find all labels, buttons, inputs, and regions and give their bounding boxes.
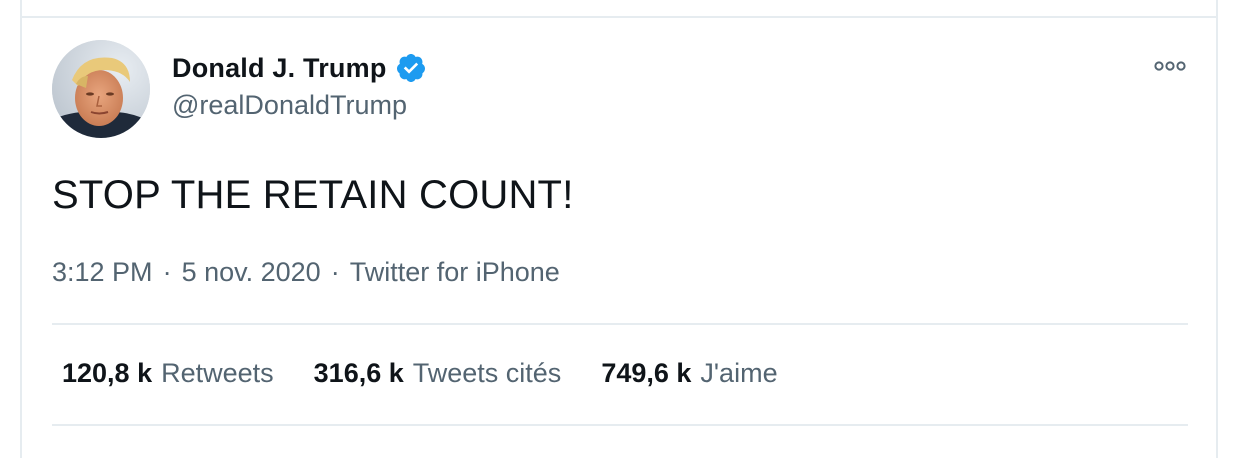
retweets-label: Retweets	[161, 358, 274, 388]
quote-tweets-count: 316,6 k	[313, 358, 404, 388]
top-divider	[22, 16, 1216, 18]
retweets-stat[interactable]: 120,8 k Retweets	[62, 358, 274, 389]
tweet-source[interactable]: Twitter for iPhone	[350, 257, 560, 288]
author-name-row: Donald J. Trump	[172, 50, 427, 86]
avatar-portrait-image	[52, 40, 150, 138]
tweet-date[interactable]: 5 nov. 2020	[182, 257, 321, 288]
tweet-meta: 3:12 PM · 5 nov. 2020 · Twitter for iPho…	[52, 257, 560, 288]
retweets-count: 120,8 k	[62, 358, 153, 388]
author-display-name[interactable]: Donald J. Trump	[172, 53, 387, 84]
tweet-time[interactable]: 3:12 PM	[52, 257, 153, 288]
verified-badge-icon	[396, 54, 425, 82]
tweet-text: STOP THE RETAIN COUNT!	[52, 173, 574, 217]
meta-separator: ·	[330, 257, 340, 287]
more-options-button[interactable]	[1150, 54, 1190, 78]
stats-top-divider	[52, 323, 1188, 325]
meta-separator: ·	[162, 257, 172, 287]
author-handle[interactable]: @realDonaldTrump	[172, 90, 407, 121]
likes-count: 749,6 k	[601, 358, 692, 388]
more-options-icon	[1154, 61, 1186, 71]
stats-bottom-divider	[52, 424, 1188, 426]
tweet-card: Donald J. Trump @realDonaldTrump STOP TH…	[20, 0, 1218, 458]
author-avatar[interactable]	[52, 40, 150, 138]
likes-label: J'aime	[700, 358, 778, 388]
likes-stat[interactable]: 749,6 k J'aime	[601, 358, 777, 389]
quote-tweets-label: Tweets cités	[412, 358, 562, 388]
tweet-stats: 120,8 k Retweets 316,6 k Tweets cités 74…	[62, 358, 778, 389]
quote-tweets-stat[interactable]: 316,6 k Tweets cités	[314, 358, 562, 389]
